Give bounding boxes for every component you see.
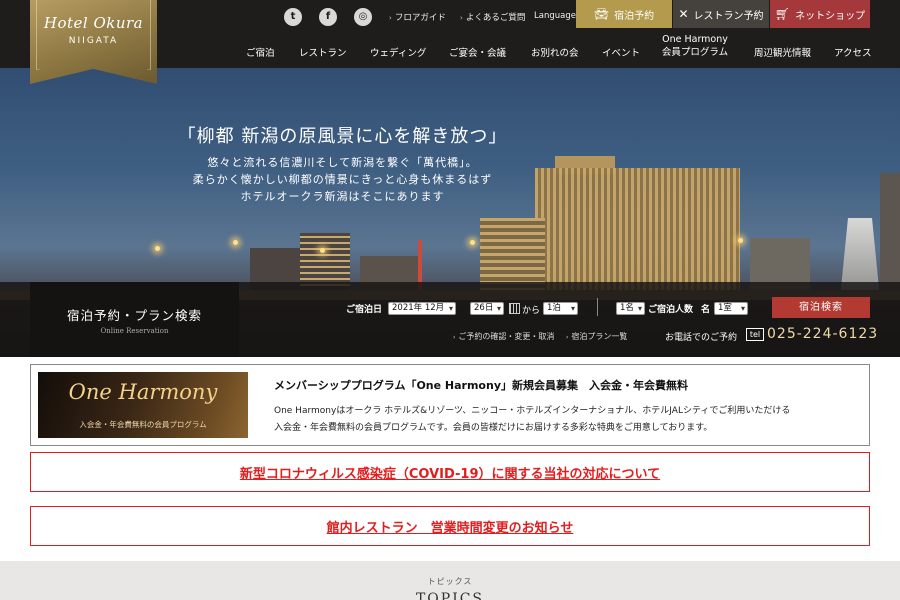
reservation-subtitle: Online Reservation [100, 327, 169, 335]
hotel-building [535, 168, 740, 298]
faq-label: よくあるご質問 [465, 13, 526, 23]
street-lamp [155, 246, 160, 251]
one-harmony-banner-title: One Harmony [68, 380, 218, 404]
faq-link[interactable]: › よくあるご質問 [460, 11, 525, 23]
covid-notice-box[interactable]: 新型コロナウィルス感染症（COVID-19）に関する当社の対応について [30, 452, 870, 492]
restaurant-reservation-label: レストラン予約 [693, 10, 764, 22]
phone-reservation-label: お電話でのご予約 [665, 333, 738, 343]
nav-banquet[interactable]: ご宴会・会議 [449, 45, 506, 59]
stay-reservation-label: 宿泊予約 [614, 10, 655, 22]
from-text: から [522, 306, 541, 316]
hero-copy-line-3: ホテルオークラ新潟はそこにあります [240, 190, 445, 203]
restaurant-reservation-button[interactable]: ✕ レストラン予約 [673, 0, 769, 28]
field-divider [597, 298, 598, 316]
plan-list-label: 宿泊プラン一覧 [571, 332, 628, 341]
guests-select[interactable]: 1名 [616, 302, 645, 315]
topics-kana-heading: トピックス [427, 577, 473, 586]
net-shop-label: ネットショップ [795, 10, 866, 22]
calendar-icon[interactable] [509, 303, 520, 314]
plan-list-link[interactable]: › 宿泊プラン一覧 [566, 331, 627, 342]
chevron-right-icon: › [453, 334, 456, 341]
restaurant-notice-box[interactable]: 館内レストラン 営業時間変更のお知らせ [30, 506, 870, 546]
hero-building [880, 173, 900, 298]
guests-unit-text: 名 [701, 305, 711, 315]
nav-wedding[interactable]: ウェディング [370, 45, 426, 59]
nav-sightseeing[interactable]: 周辺観光情報 [754, 45, 811, 59]
nav-member-line1: One Harmony [662, 34, 728, 45]
reservation-title: 宿泊予約・プラン検索 [66, 308, 202, 323]
reservation-confirm-link[interactable]: › ご予約の確認・変更・取消 [453, 331, 554, 342]
cart-icon: 🛒︎ [774, 7, 791, 21]
street-lamp [233, 240, 238, 245]
nav-member-program[interactable]: One Harmony 会員プログラム [659, 33, 731, 59]
nav-rooms[interactable]: ご宿泊 [246, 45, 275, 59]
hero-headline: 「柳都 新潟の原風景に心を解き放つ」 [177, 126, 508, 147]
net-shop-button[interactable]: 🛒︎ ネットショップ [770, 0, 870, 28]
member-program-desc-1: One Harmonyはオークラ ホテルズ&リゾーツ、ニッコー・ホテルズインター… [274, 406, 791, 416]
floor-guide-label: フロアガイド [394, 13, 446, 23]
floor-guide-link[interactable]: › フロアガイド [389, 11, 446, 23]
member-program-title: メンバーシッププログラム「One Harmony」新規会員募集 入会金・年会費無… [274, 379, 688, 392]
hero-copy-line-1: 悠々と流れる信濃川そして新潟を繋ぐ「萬代橋」。 [207, 156, 478, 169]
nights-select[interactable]: 1泊 [543, 302, 578, 315]
nav-access[interactable]: アクセス [834, 45, 872, 59]
street-lamp [738, 238, 743, 243]
nav-restaurant[interactable]: レストラン [299, 45, 347, 59]
tel-badge: tel [746, 328, 764, 341]
member-program-desc-2: 入会金・年会費無料の会員プログラムです。会員の皆様だけにお届けする多彩な特典をご… [274, 423, 713, 433]
street-lamp [470, 240, 475, 245]
checkin-month-select[interactable]: 2021年 12月 [388, 302, 456, 315]
covid-notice-link[interactable]: 新型コロナウィルス感染症（COVID-19）に関する当社の対応について [240, 463, 660, 482]
phone-number[interactable]: 025-224-6123 [767, 326, 878, 342]
chevron-right-icon: › [460, 14, 463, 22]
stay-reservation-button[interactable]: 🚘︎ 宿泊予約 [576, 0, 672, 28]
reservation-confirm-label: ご予約の確認・変更・取消 [458, 332, 555, 341]
one-harmony-banner-subtitle: 入会金・年会費無料の会員プログラム [79, 420, 207, 429]
topics-heading: TOPICS [415, 591, 485, 600]
nav-farewell[interactable]: お別れの会 [531, 45, 579, 59]
hero-copy-line-2: 柔らかく懐かしい柳都の情景にきっと心身も休まるはず [192, 173, 493, 186]
logo-location-text: NIIGATA [68, 36, 119, 46]
logo-script-text: Hotel Okura [43, 14, 144, 32]
street-lamp [320, 248, 325, 253]
logo-frame [36, 0, 151, 70]
rooms-select[interactable]: 1室 [714, 302, 748, 315]
language-link[interactable]: Language [534, 11, 576, 21]
checkin-day-select[interactable]: 26日 [470, 302, 504, 315]
facebook-icon[interactable]: f [319, 8, 337, 26]
guests-label: ご宿泊人数 [648, 305, 694, 315]
car-icon: 🚘︎ [593, 7, 610, 21]
stay-search-button[interactable]: 宿泊検索 [772, 297, 870, 318]
restaurant-hours-notice-link[interactable]: 館内レストラン 営業時間変更のお知らせ [327, 517, 574, 536]
instagram-icon[interactable]: ◎ [354, 8, 372, 26]
nav-member-line2: 会員プログラム [661, 47, 729, 58]
chevron-right-icon: › [566, 334, 569, 341]
twitter-icon[interactable]: t [284, 8, 302, 26]
chevron-right-icon: › [389, 14, 392, 22]
nav-event[interactable]: イベント [602, 45, 640, 59]
checkin-date-label: ご宿泊日 [346, 305, 383, 315]
cutlery-icon: ✕ [678, 7, 689, 21]
